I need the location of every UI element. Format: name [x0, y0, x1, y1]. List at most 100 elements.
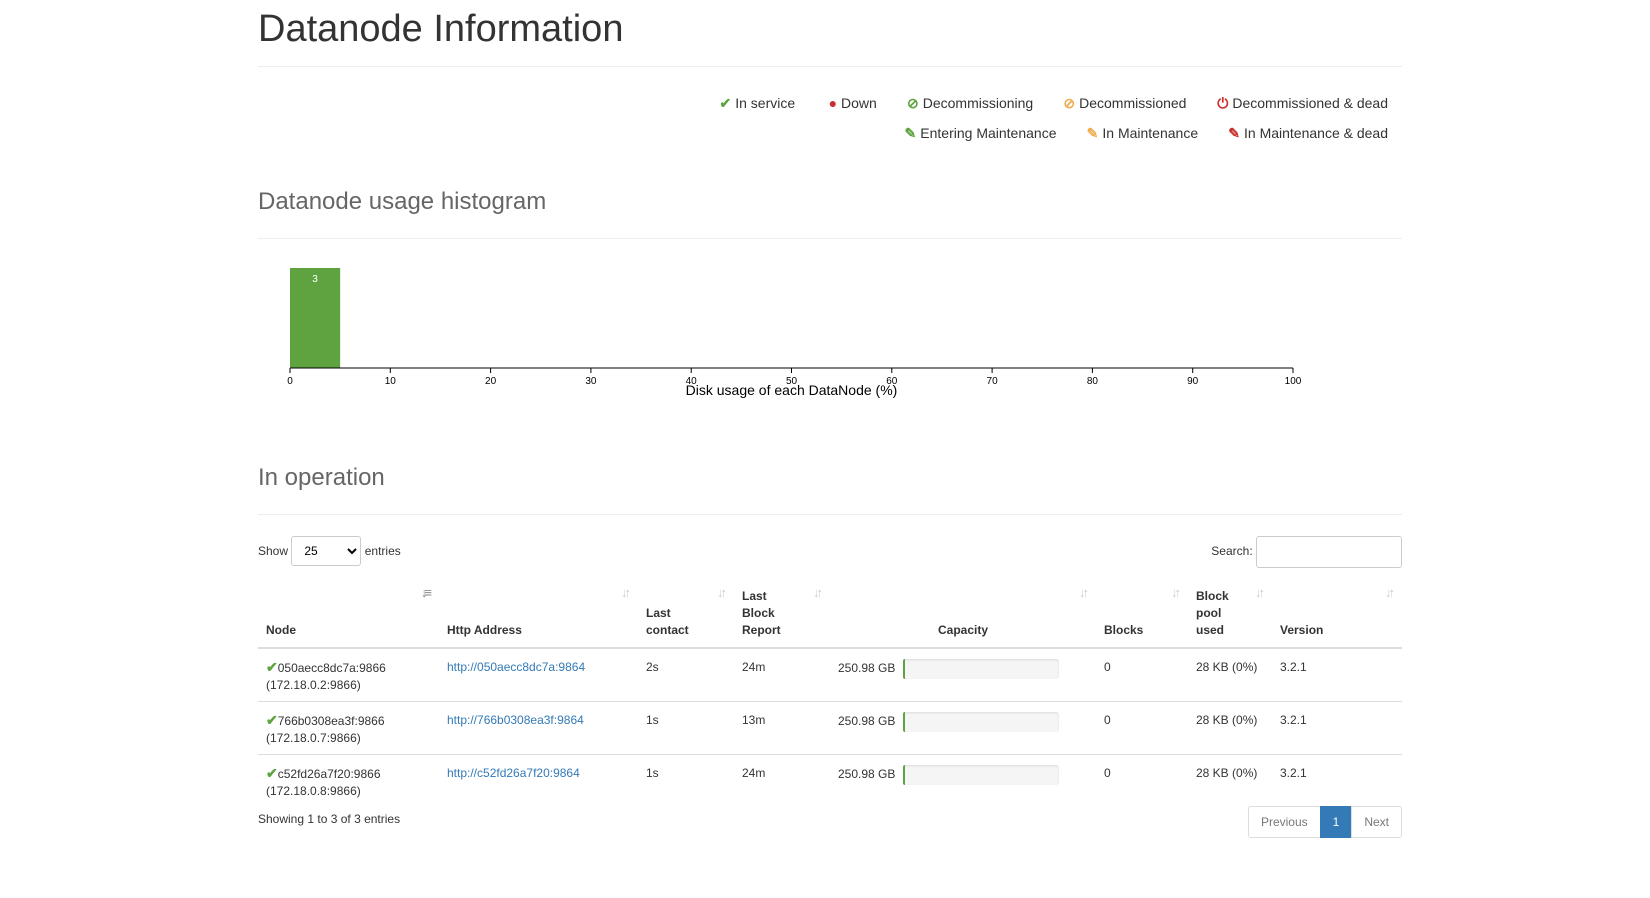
legend-label: Decommissioned & dead — [1232, 95, 1388, 111]
legend-label: Down — [841, 95, 877, 111]
x-tick-label: 10 — [385, 376, 397, 387]
capacity-bar — [903, 765, 1060, 785]
capacity-cell: 250.98 GB — [830, 647, 1096, 702]
legend-row-2: ✎ Entering Maintenance ✎ In Maintenance ✎ I… — [693, 118, 1388, 148]
sort-icon: ↓↑ — [1255, 585, 1265, 600]
capacity-bar-fill — [903, 712, 906, 732]
sort-icon: ↓↑ — [1079, 585, 1089, 600]
blocks-cell: 0 — [1096, 647, 1188, 702]
header-label: Last contact — [646, 606, 689, 637]
blocks-cell: 0 — [1096, 754, 1188, 807]
block-pool-used-cell: 28 KB (0%) — [1188, 647, 1272, 702]
table-header-row: ↓≡ Node ↓↑ Http Address ↓↑ Last contact ↓↑ L… — [258, 580, 1402, 649]
column-http-address[interactable]: ↓↑ Http Address — [439, 580, 638, 649]
wrench-icon: ✎ — [1086, 125, 1099, 141]
usage-histogram: 30 10 20 30 40 50 60 70 80 90 100Disk usage of eac… — [287, 268, 1302, 398]
header-label: Node — [266, 623, 296, 637]
wrench-icon: ✎ — [904, 125, 917, 141]
header-label: Capacity — [937, 623, 989, 637]
legend-row-1: ✔ In service ● Down ⊘ Decommissioning ⊘ Deco… — [693, 88, 1388, 118]
exclamation-circle-icon: ● — [828, 95, 838, 111]
table-controls: Show 25 entries Search: — [258, 535, 1402, 568]
page-size-select[interactable]: 25 — [291, 536, 362, 566]
legend-entering-maintenance: ✎ Entering Maintenance — [900, 118, 1057, 148]
check-icon: ✔ — [266, 659, 278, 675]
http-cell: http://050aecc8dc7a:9864 — [439, 647, 638, 702]
blocks-cell: 0 — [1096, 701, 1188, 755]
page: Datanode Information ✔ In service ● Down ⊘… — [258, 0, 1402, 838]
legend-label: Decommissioning — [922, 95, 1034, 111]
status-legend: ✔ In service ● Down ⊘ Decommissioning ⊘ Deco… — [693, 88, 1388, 148]
http-address-link[interactable]: http://766b0308ea3f:9864 — [447, 713, 584, 727]
node-cell: ✔766b0308ea3f:9866 (172.18.0.7:9866) — [258, 701, 439, 755]
x-tick-label: 70 — [987, 376, 999, 387]
x-tick-label: 0 — [287, 376, 293, 387]
header-label: Http Address — [447, 623, 522, 637]
last-contact-cell: 1s — [638, 701, 734, 755]
legend-in-service: ✔ In service — [715, 88, 795, 118]
search-input[interactable] — [1256, 535, 1402, 568]
search-label: Search: — [1211, 544, 1253, 558]
http-address-link[interactable]: http://c52fd26a7f20:9864 — [447, 766, 580, 780]
legend-decommissioned-dead: ⏻ Decommissioned & dead — [1212, 88, 1388, 118]
check-icon: ✔ — [266, 765, 278, 781]
table-row: ✔050aecc8dc7a:9866 (172.18.0.2:9866) http… — [258, 647, 1402, 702]
table-row: ✔766b0308ea3f:9866 (172.18.0.7:9866) http… — [258, 701, 1402, 755]
sort-icon: ↓↑ — [1385, 585, 1395, 600]
column-node[interactable]: ↓≡ Node — [258, 580, 439, 649]
column-last-block-report[interactable]: ↓↑ Last Block Report — [734, 580, 830, 649]
page-title: Datanode Information — [258, 8, 624, 50]
http-cell: http://c52fd26a7f20:9864 — [439, 754, 638, 807]
capacity-bar-fill — [903, 765, 906, 785]
sort-icon: ↓↑ — [813, 585, 823, 600]
operation-divider — [258, 514, 1402, 515]
next-button[interactable]: Next — [1351, 806, 1402, 838]
http-cell: http://766b0308ea3f:9864 — [439, 701, 638, 755]
node-name: 766b0308ea3f:9866 — [277, 714, 385, 728]
legend-in-maintenance-dead: ✎ In Maintenance & dead — [1224, 118, 1388, 148]
last-block-report-cell: 24m — [734, 647, 830, 702]
x-axis-label: Disk usage of each DataNode (%) — [686, 382, 898, 398]
entries-label: entries — [364, 544, 401, 558]
previous-button[interactable]: Previous — [1247, 806, 1321, 838]
block-pool-used-cell: 28 KB (0%) — [1188, 701, 1272, 755]
sort-icon: ↓↑ — [1171, 585, 1181, 600]
column-block-pool-used[interactable]: ↓↑ Block pool used — [1188, 580, 1272, 649]
datanode-table: ↓≡ Node ↓↑ Http Address ↓↑ Last contact ↓↑ L… — [258, 580, 1402, 807]
version-cell: 3.2.1 — [1272, 701, 1402, 755]
column-last-contact[interactable]: ↓↑ Last contact — [638, 580, 734, 649]
legend-label: Entering Maintenance — [920, 125, 1057, 141]
capacity-bar — [903, 659, 1060, 679]
version-cell: 3.2.1 — [1272, 754, 1402, 807]
node-name: c52fd26a7f20:9866 — [277, 767, 381, 781]
last-contact-cell: 1s — [638, 754, 734, 807]
header-label: Version — [1280, 623, 1324, 637]
pagination: Previous 1 Next — [1247, 806, 1402, 838]
legend-label: In service — [735, 95, 796, 111]
check-icon: ✔ — [266, 712, 278, 728]
sort-icon: ↓↑ — [717, 585, 727, 600]
node-name: 050aecc8dc7a:9866 — [277, 661, 386, 675]
column-blocks[interactable]: ↓↑ Blocks — [1096, 580, 1188, 649]
histogram-title: Datanode usage histogram — [258, 188, 547, 215]
header-label: Blocks — [1104, 623, 1144, 637]
header-label: Last Block Report — [742, 589, 781, 637]
page-size-control: Show 25 entries — [258, 535, 401, 567]
x-tick-label: 30 — [585, 376, 597, 387]
node-cell: ✔050aecc8dc7a:9866 (172.18.0.2:9866) — [258, 647, 439, 702]
column-capacity[interactable]: ↓↑ Capacity — [830, 580, 1096, 649]
page-button-1[interactable]: 1 — [1319, 806, 1353, 838]
table-info: Showing 1 to 3 of 3 entries — [258, 812, 401, 826]
histogram-divider — [258, 238, 1402, 239]
column-version[interactable]: ↓↑ Version — [1272, 580, 1402, 649]
legend-in-maintenance: ✎ In Maintenance — [1082, 118, 1198, 148]
capacity-bar — [903, 712, 1060, 732]
power-off-icon: ⏻ — [1217, 95, 1229, 111]
http-address-link[interactable]: http://050aecc8dc7a:9864 — [447, 660, 585, 674]
last-block-report-cell: 13m — [734, 701, 830, 755]
x-tick-label: 90 — [1187, 376, 1199, 387]
capacity-bar-fill — [903, 659, 906, 679]
version-cell: 3.2.1 — [1272, 647, 1402, 702]
x-tick-label: 20 — [485, 376, 497, 387]
legend-label: Decommissioned — [1079, 95, 1187, 111]
